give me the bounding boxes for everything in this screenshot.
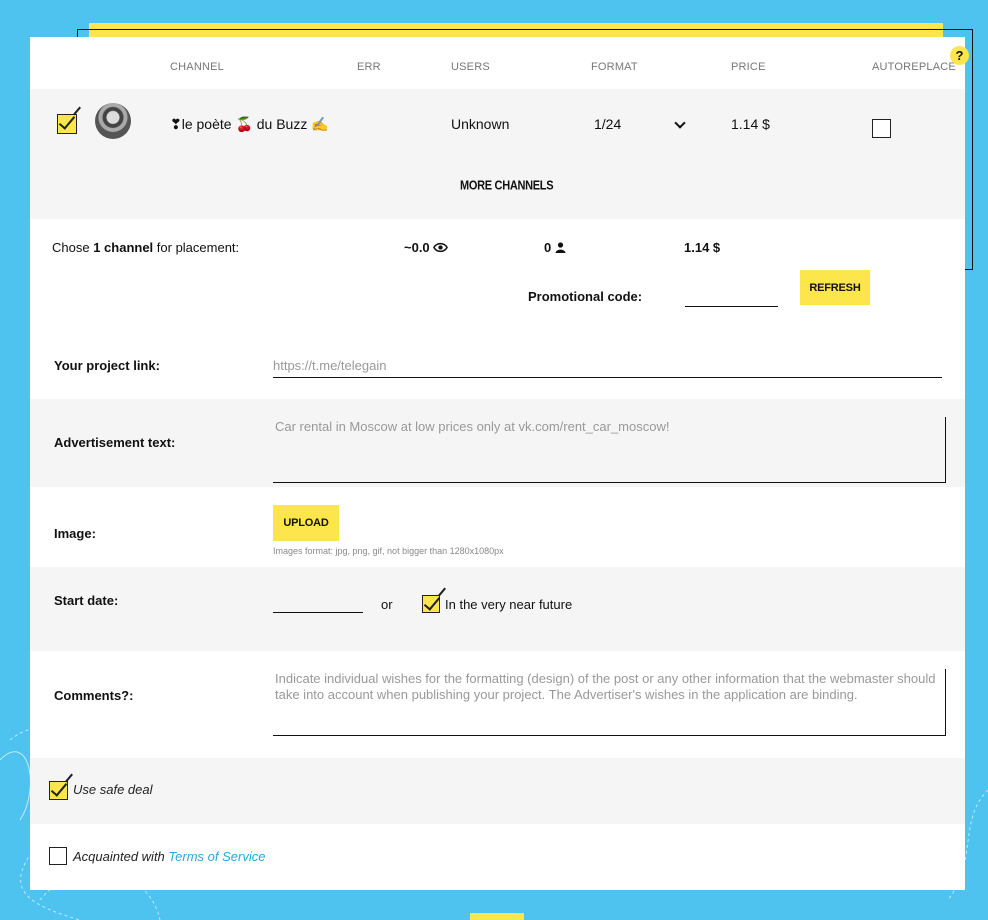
- upload-button[interactable]: UPLOAD: [273, 505, 339, 541]
- header-err: ERR: [357, 61, 381, 73]
- safe-deal-checkbox[interactable]: [49, 781, 68, 800]
- order-card: CHANNEL ERR USERS FORMAT PRICE AUTOREPLA…: [30, 37, 965, 890]
- eye-icon: [433, 242, 449, 253]
- header-price: PRICE: [731, 61, 766, 73]
- safe-deal-label: Use safe deal: [73, 782, 153, 797]
- terms-checkbox[interactable]: [49, 847, 67, 865]
- header-channel: CHANNEL: [170, 61, 224, 73]
- views-stat: ~0.0: [404, 240, 449, 255]
- ad-text-label: Advertisement text:: [54, 435, 176, 450]
- channel-users: Unknown: [451, 116, 510, 132]
- format-select[interactable]: 1/24: [594, 116, 694, 136]
- channel-row: ❣le poète 🍒 du Buzz ✍ Unknown 1/24 1.14 …: [30, 89, 965, 219]
- terms-text: Acquainted with Terms of Service: [73, 849, 265, 864]
- ad-text-input[interactable]: [273, 417, 946, 483]
- total-price: 1.14 $: [684, 240, 721, 255]
- user-icon: [555, 242, 566, 253]
- promo-code-input[interactable]: [685, 287, 778, 307]
- refresh-button[interactable]: REFRESH: [800, 270, 870, 305]
- chevron-down-icon: [674, 117, 686, 129]
- subscribers-value: 0: [544, 240, 552, 255]
- comments-label: Comments?:: [54, 688, 134, 703]
- near-future-label: In the very near future: [445, 597, 573, 612]
- chosen-summary: Chose 1 channel for placement:: [52, 240, 239, 255]
- submit-button-edge[interactable]: [470, 913, 524, 920]
- header-users: USERS: [451, 61, 490, 73]
- near-future-checkbox[interactable]: [422, 595, 440, 613]
- channel-select-checkbox[interactable]: [57, 114, 77, 134]
- header-autoreplace: AUTOREPLACE: [872, 61, 956, 73]
- comments-input[interactable]: [273, 669, 946, 736]
- autoreplace-checkbox[interactable]: [872, 119, 891, 138]
- start-date-label: Start date:: [54, 593, 119, 608]
- header-format: FORMAT: [591, 61, 638, 73]
- project-link-label: Your project link:: [54, 358, 160, 373]
- project-link-input[interactable]: [273, 354, 942, 378]
- subscribers-stat: 0: [544, 240, 566, 255]
- channel-name[interactable]: ❣le poète 🍒 du Buzz ✍: [170, 116, 329, 133]
- help-icon[interactable]: ?: [950, 46, 969, 65]
- promo-code-label: Promotional code:: [528, 289, 643, 304]
- or-text: or: [381, 597, 393, 612]
- chosen-prefix: Chose: [52, 240, 94, 255]
- terms-prefix: Acquainted with: [73, 849, 169, 864]
- image-label: Image:: [54, 526, 96, 541]
- safe-deal-row: [30, 758, 965, 824]
- chosen-count: 1 channel: [93, 240, 154, 255]
- format-value: 1/24: [594, 116, 622, 132]
- image-format-note: Images format: jpg, png, gif, not bigger…: [273, 546, 504, 556]
- channel-avatar: [95, 103, 131, 139]
- more-channels-link[interactable]: MORE CHANNELS: [460, 179, 554, 193]
- chosen-suffix: for placement:: [153, 240, 240, 255]
- start-date-input[interactable]: [273, 593, 363, 613]
- frame-edge: [965, 269, 973, 270]
- views-value: ~0.0: [404, 240, 430, 255]
- terms-of-service-link[interactable]: Terms of Service: [168, 849, 265, 864]
- channel-price: 1.14 $: [731, 116, 770, 132]
